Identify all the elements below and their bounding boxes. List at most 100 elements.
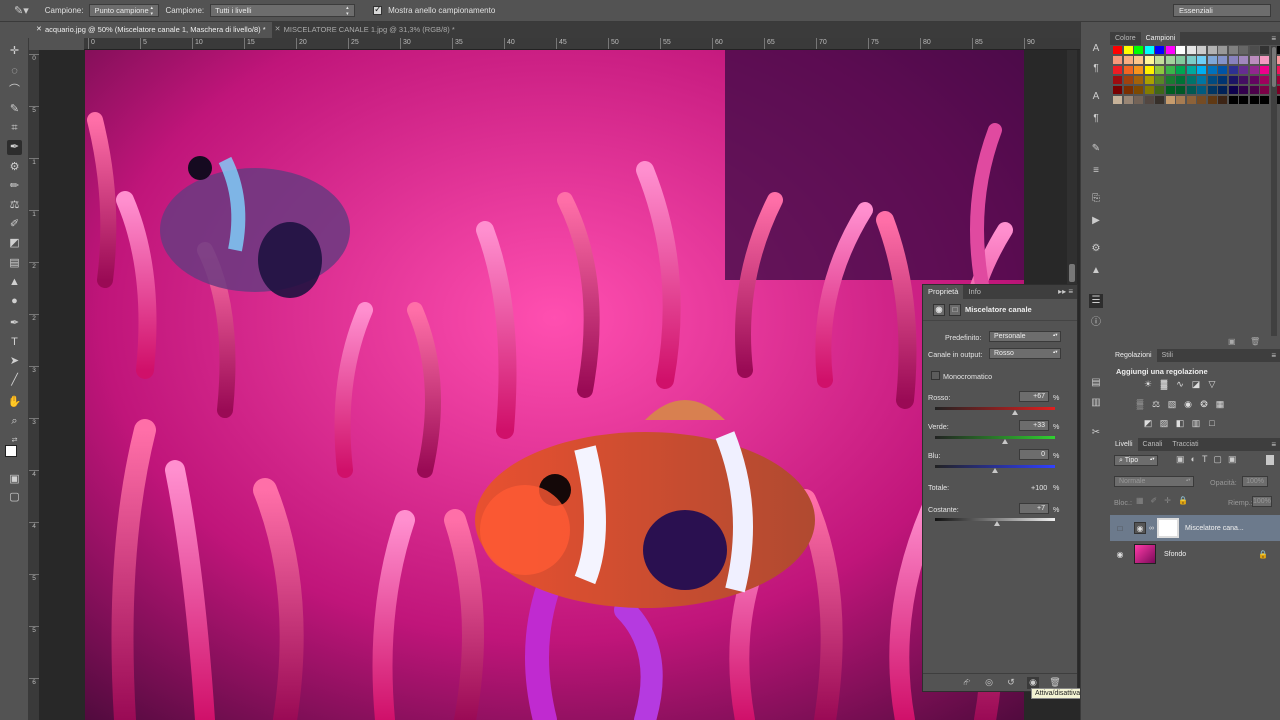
constant-slider-thumb[interactable] [994, 521, 1001, 526]
color-swatch[interactable] [1207, 46, 1217, 54]
color-swatch[interactable] [1207, 76, 1217, 84]
color-swatch[interactable] [1228, 66, 1238, 74]
color-swatch[interactable] [1228, 56, 1238, 64]
color-swatch[interactable] [1155, 96, 1164, 104]
clone-source-icon[interactable]: ⎘ [1089, 192, 1103, 206]
swatch-scrollbar[interactable] [1271, 46, 1277, 336]
black-white-icon[interactable]: ▧ [1166, 398, 1178, 410]
color-swatch[interactable] [1207, 56, 1217, 64]
tab-color[interactable]: Colore [1110, 32, 1141, 45]
healing-tool-icon[interactable]: ⚙ [7, 160, 22, 175]
visibility-eye-icon[interactable]: ◉ [1110, 550, 1130, 559]
selective-color-icon[interactable]: □ [1206, 417, 1218, 429]
tab-adjustments[interactable]: Regolazioni [1110, 349, 1157, 362]
stamp-tool-icon[interactable]: ⚖ [7, 198, 22, 213]
color-swatch[interactable] [1186, 46, 1196, 54]
color-swatch[interactable] [1176, 46, 1185, 54]
panel-menu-icon[interactable]: ≡ [1271, 440, 1276, 449]
color-swatch[interactable] [1113, 76, 1122, 84]
blue-value-field[interactable]: 0 [1019, 449, 1049, 460]
gradient-tool-icon[interactable]: ▤ [7, 256, 22, 271]
preset-dropdown[interactable]: Personale [989, 331, 1061, 342]
color-swatch[interactable] [1207, 86, 1217, 94]
color-swatch[interactable] [1113, 66, 1122, 74]
color-swatch[interactable] [1144, 66, 1154, 74]
paragraph-styles-icon[interactable]: ¶ [1089, 112, 1103, 126]
levels-icon[interactable]: ▓ [1158, 378, 1170, 390]
brush-presets-icon[interactable]: ✎ [1089, 142, 1103, 156]
layer-mask-icon[interactable]: □ [949, 303, 961, 316]
color-swatch[interactable] [1144, 76, 1154, 84]
posterize-icon[interactable]: ▨ [1158, 417, 1170, 429]
eyedropper-icon[interactable]: ✎▾ [14, 4, 29, 17]
character-panel-icon[interactable]: A [1089, 42, 1103, 56]
histogram-icon[interactable]: ▲ [1089, 264, 1103, 278]
layer-filter-icons[interactable]: ▣◐T▢▣ [1176, 454, 1242, 465]
delete-swatch-icon[interactable]: 🗑 [1250, 337, 1260, 346]
color-swatch[interactable] [1176, 56, 1185, 64]
marquee-tool-icon[interactable]: ◌ [7, 64, 22, 79]
blue-slider[interactable] [935, 465, 1055, 473]
actions-icon[interactable]: ▶ [1089, 214, 1103, 228]
paragraph-panel-icon[interactable]: ¶ [1089, 62, 1103, 76]
path-select-tool-icon[interactable]: ➤ [7, 354, 22, 369]
color-swatch[interactable] [1186, 96, 1196, 104]
hand-tool-icon[interactable]: ✋ [7, 395, 22, 410]
color-swatch[interactable] [1165, 76, 1175, 84]
color-swatch[interactable] [1249, 56, 1259, 64]
color-swatch[interactable] [1186, 86, 1196, 94]
color-swatch[interactable] [1165, 86, 1175, 94]
output-channel-dropdown[interactable]: Rosso [989, 348, 1061, 359]
color-swatch[interactable] [1249, 86, 1259, 94]
color-swatch[interactable] [1113, 86, 1122, 94]
color-balance-icon[interactable]: ⚖ [1150, 398, 1162, 410]
color-swatch[interactable] [1144, 86, 1154, 94]
blur-tool-icon[interactable]: ▲ [7, 275, 22, 290]
layer-row[interactable]: ◉ Sfondo 🔒 [1110, 541, 1280, 567]
tool-presets-icon[interactable]: ⚙ [1089, 242, 1103, 256]
color-swatch[interactable] [1144, 46, 1154, 54]
color-swatch[interactable] [1165, 46, 1175, 54]
color-swatch[interactable] [1197, 96, 1206, 104]
color-swatch[interactable] [1186, 66, 1196, 74]
color-swatch[interactable] [1218, 66, 1227, 74]
color-swatch[interactable] [1165, 96, 1175, 104]
show-sampling-ring-checkbox[interactable] [373, 4, 383, 15]
vibrance-icon[interactable]: ▽ [1206, 378, 1218, 390]
red-slider-thumb[interactable] [1012, 410, 1019, 415]
red-value-field[interactable]: +67 [1019, 391, 1049, 402]
color-swatch[interactable] [1239, 96, 1248, 104]
clip-to-layer-icon[interactable]: ⮳ [961, 677, 973, 689]
type-tool-icon[interactable]: T [7, 335, 22, 350]
zoom-tool-icon[interactable]: ⌕ [7, 414, 22, 429]
properties-panel-icon[interactable]: ☰ [1089, 294, 1103, 308]
color-swatch[interactable] [1113, 46, 1122, 54]
gradient-map-icon[interactable]: ▥ [1190, 417, 1202, 429]
channel-mixer-adj-icon[interactable]: ❂ [1198, 398, 1210, 410]
layer-mask-thumbnail[interactable] [1157, 518, 1179, 538]
color-swatch[interactable] [1113, 56, 1122, 64]
color-swatch[interactable] [1249, 76, 1259, 84]
color-swatch[interactable] [1218, 96, 1227, 104]
invert-icon[interactable]: ◩ [1142, 417, 1154, 429]
color-swatch[interactable] [1134, 46, 1143, 54]
brightness-icon[interactable]: ☀ [1142, 378, 1154, 390]
quick-mask-icon[interactable]: ▣ [7, 472, 22, 487]
exposure-icon[interactable]: ◪ [1190, 378, 1202, 390]
color-swatch[interactable] [1176, 66, 1185, 74]
layer-thumbnail[interactable] [1134, 544, 1156, 564]
tab-layers[interactable]: Livelli [1110, 438, 1138, 451]
color-swatch[interactable] [1123, 66, 1133, 74]
eyedropper-tool-icon[interactable]: ✒ [7, 140, 22, 155]
character-styles-icon[interactable]: A [1089, 90, 1103, 104]
new-swatch-icon[interactable]: ▣ [1228, 337, 1236, 346]
color-swatch[interactable] [1123, 46, 1133, 54]
color-swatch[interactable] [1249, 46, 1259, 54]
color-swatch[interactable] [1144, 56, 1154, 64]
green-slider-thumb[interactable] [1001, 439, 1008, 444]
tab-styles[interactable]: Stili [1157, 349, 1178, 362]
color-swatch[interactable] [1123, 96, 1133, 104]
color-swatch[interactable] [1144, 96, 1154, 104]
color-swatch[interactable] [1197, 86, 1206, 94]
color-swatch[interactable] [1249, 66, 1259, 74]
